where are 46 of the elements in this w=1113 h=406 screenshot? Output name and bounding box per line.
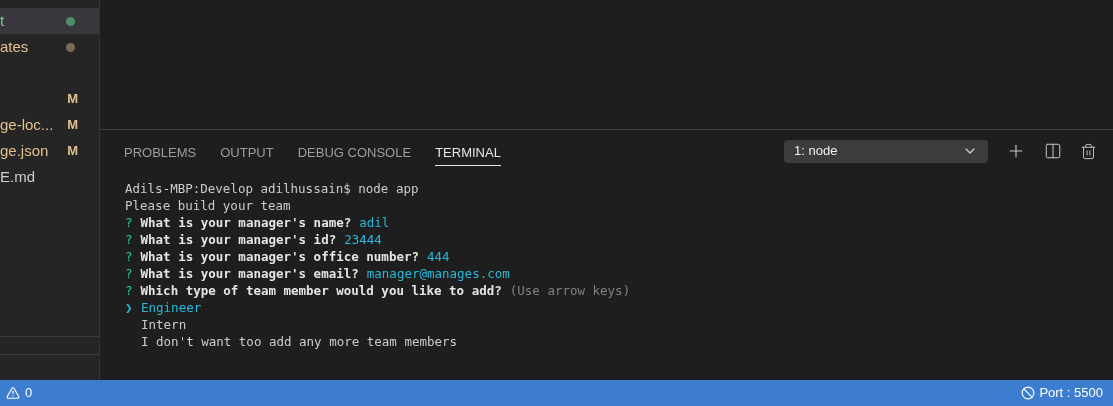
blocked-icon (1021, 386, 1036, 400)
prompt-answer: 23444 (344, 231, 382, 248)
file-item[interactable]: t (0, 8, 99, 34)
choice-option[interactable]: Engineer (141, 299, 202, 316)
prompt-question: What is your manager's email? (140, 265, 359, 282)
modified-letter: M (67, 116, 78, 135)
prompt-mark: ? (125, 214, 133, 231)
prompt-question: What is your manager's office number? (140, 248, 419, 265)
panel-tab[interactable]: DEBUG CONSOLE (297, 140, 412, 166)
warning-icon (6, 386, 20, 400)
file-item[interactable]: E.md (0, 164, 99, 190)
choice-option[interactable]: I don't want too add any more team members (141, 333, 458, 350)
trash-icon[interactable] (1080, 142, 1097, 160)
pointer-icon: ❯ (125, 299, 133, 316)
file-item[interactable]: ge.json M (0, 138, 99, 164)
problems-indicator[interactable]: 0 (6, 383, 33, 403)
prompt-answer: adil (359, 214, 390, 231)
file-name: E.md (0, 166, 35, 187)
terminal-line: Please build your team (125, 197, 292, 214)
file-name: ge-loc... (0, 114, 54, 135)
port-indicator[interactable]: Port : 5500 (1021, 383, 1107, 403)
panel-tab[interactable]: TERMINAL (435, 140, 501, 166)
prompt-mark: ? (125, 282, 133, 299)
split-icon[interactable] (1044, 142, 1062, 160)
choice-option[interactable]: Intern (141, 316, 187, 333)
panel-tab[interactable]: OUTPUT (220, 140, 274, 166)
terminal-line: Adils-MBP:Develop adilhussain$ node app (125, 180, 420, 197)
prompt-mark: ? (125, 248, 133, 265)
file-item[interactable]: ge-loc... M (0, 112, 99, 138)
file-name: ge.json (0, 140, 49, 161)
file-name: ates (0, 36, 29, 57)
file-name: t (0, 10, 5, 31)
panel-tab[interactable]: PROBLEMS (124, 140, 197, 166)
prompt-answer: manager@manages.com (366, 265, 510, 282)
terminal-select[interactable]: 1: node (784, 139, 988, 163)
modified-letter: M (67, 90, 78, 109)
prompt-question: What is your manager's name? (140, 214, 352, 231)
prompt-question: What is your manager's id? (140, 231, 337, 248)
file-item[interactable]: M (0, 86, 99, 112)
prompt-mark: ? (125, 231, 133, 248)
file-item[interactable]: ates (0, 34, 99, 60)
prompt-hint: (Use arrow keys) (509, 282, 631, 299)
modified-letter: M (67, 142, 78, 161)
prompt-mark: ? (125, 265, 133, 282)
prompt-question: Which type of team member would you like to add? (140, 282, 502, 299)
prompt-answer: 444 (427, 248, 450, 265)
